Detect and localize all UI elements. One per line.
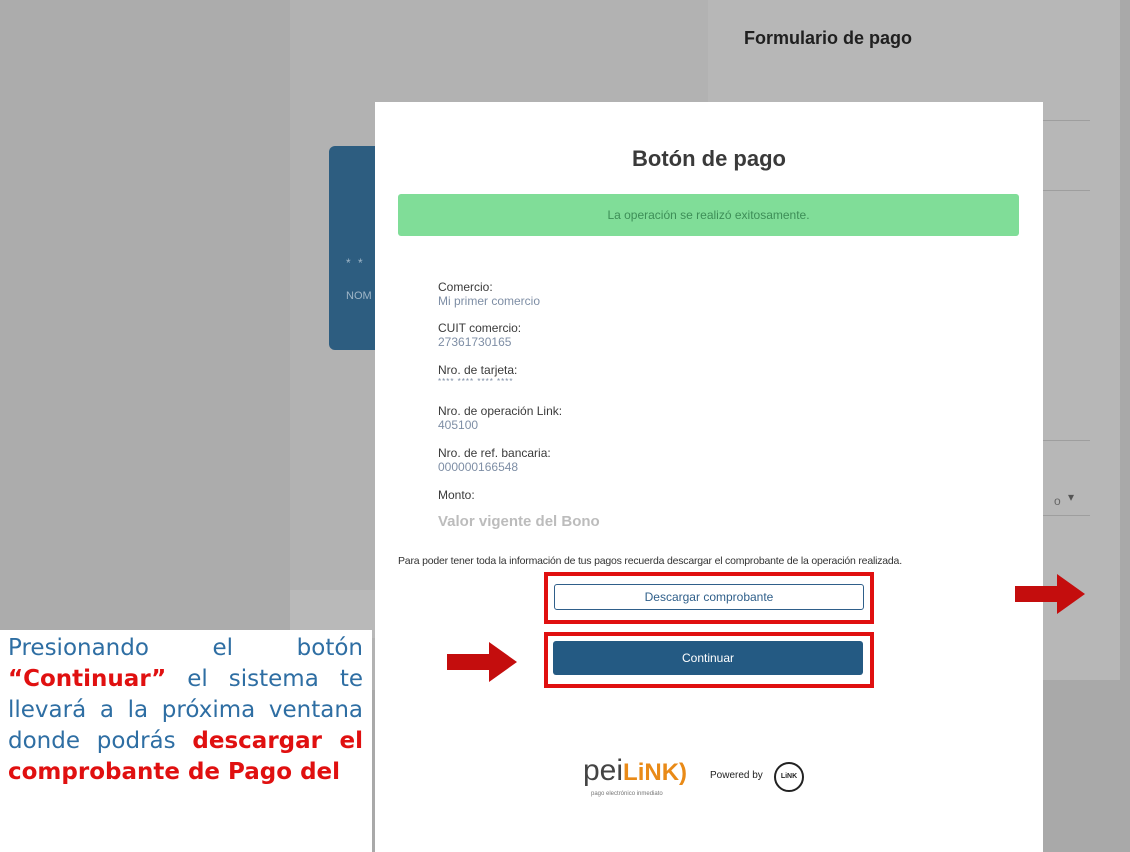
bank-ref-value: 000000166548 [438,460,519,474]
operation-number-value: 405100 [438,418,479,432]
pei-logo-text: pei [583,754,624,787]
download-button-highlight [544,572,874,624]
form-divider [1040,515,1090,516]
continue-button-highlight [544,632,874,688]
chevron-down-icon: ▾ [1068,490,1075,504]
arrow-right-icon [1015,574,1085,614]
instruction-text: Presionando el botón “Continuar” el sist… [8,633,363,788]
success-alert: La operación se realizó exitosamente. [398,194,1019,236]
powered-by-label: Powered by [710,770,763,781]
instruction-part: Presionando el botón [8,635,363,661]
cuit-label: CUIT comercio: [438,321,522,335]
merchant-label: Comercio: [438,280,493,294]
payment-form-title: Formulario de pago [744,28,913,48]
amount-value: Valor vigente del Bono [438,513,600,530]
amount-label: Monto: [438,488,475,502]
form-divider [1040,440,1090,441]
pei-link-logo: peiLiNK) [583,754,687,788]
card-number-preview: * * [346,256,365,270]
card-number-label: Nro. de tarjeta: [438,363,518,377]
link-logo-badge: LiNK [774,762,804,792]
modal-title: Botón de pago [632,146,786,171]
pei-logo-subtitle: pago electrónico inmediato [591,791,663,797]
merchant-value: Mi primer comercio [438,294,541,308]
operation-number-label: Nro. de operación Link: [438,404,563,418]
bank-ref-label: Nro. de ref. bancaria: [438,446,551,460]
cuit-value: 27361730165 [438,335,512,349]
download-reminder-note: Para poder tener toda la información de … [398,555,902,567]
card-name-preview: NOM [346,290,372,302]
payment-modal: Botón de pago La operación se realizó ex… [375,102,1043,852]
link-logo-text: LiNK) [623,759,688,786]
card-number-value: **** **** **** **** [438,377,514,386]
background-dropdown-value: o [1054,494,1061,508]
instruction-highlight-continue: “Continuar” [8,666,167,692]
arrow-right-icon [447,642,517,682]
